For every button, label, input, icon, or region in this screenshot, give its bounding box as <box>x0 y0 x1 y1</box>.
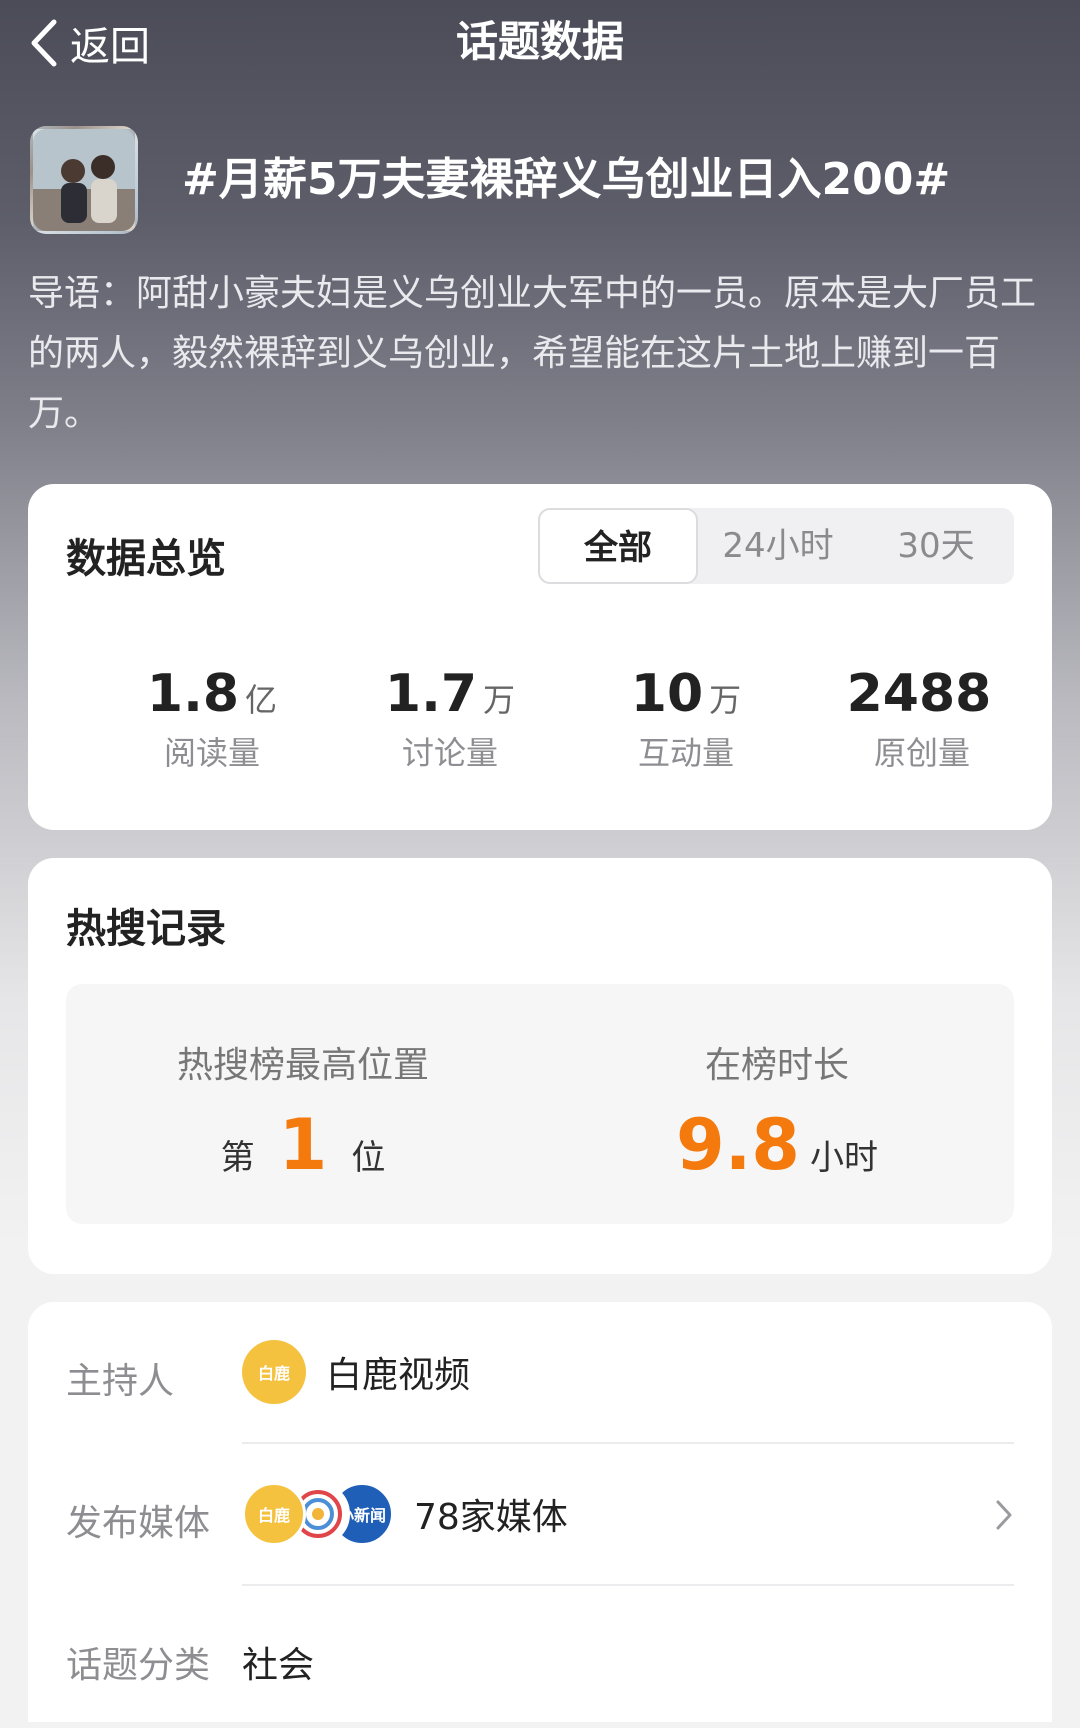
media-row[interactable]: 发布媒体 白鹿 小新闻 78家媒体 <box>28 1444 1052 1586</box>
topic-thumbnail[interactable] <box>30 126 138 234</box>
media-avatar-text: 白鹿 <box>257 1506 290 1525</box>
peak-value: 1 <box>278 1104 328 1186</box>
time-range-tabs: 全部 24小时 30天 <box>538 508 1014 584</box>
hot-search-title: 热搜记录 <box>66 906 226 952</box>
duration-label: 在榜时长 <box>704 1045 849 1086</box>
peak-position: 热搜榜最高位置 第 1 位 <box>66 1036 540 1180</box>
stat-discussions: 1.7 万 讨论量 <box>330 664 570 774</box>
stat-value: 1.7 <box>384 664 478 724</box>
stat-value: 10 <box>630 664 704 724</box>
page-title: 话题数据 <box>455 17 624 66</box>
top-bar: 返回 话题数据 <box>0 0 1080 90</box>
peak-prefix: 第 <box>220 1138 255 1178</box>
peak-suffix: 位 <box>351 1138 386 1178</box>
stat-unit: 万 <box>709 681 742 719</box>
category-row: 话题分类 社会 <box>28 1586 1052 1728</box>
stat-label: 互动量 <box>637 734 734 772</box>
host-avatar-text: 白鹿 <box>257 1364 290 1383</box>
hot-search-card: 热搜记录 热搜榜最高位置 第 1 位 在榜时长 9.8 小时 <box>28 858 1052 1274</box>
host-name: 白鹿视频 <box>326 1355 471 1396</box>
topic-intro: 导语：阿甜小豪夫妇是义乌创业大军中的一员。原本是大厂员工的两人，毅然裸辞到义乌创… <box>28 273 1037 434</box>
stat-label: 原创量 <box>873 734 970 772</box>
chevron-right-icon <box>996 1500 1012 1530</box>
stat-label: 阅读量 <box>163 734 260 772</box>
host-label: 主持人 <box>66 1361 175 1402</box>
host-row[interactable]: 主持人 白鹿 白鹿视频 <box>28 1302 1052 1444</box>
hot-search-panel: 热搜榜最高位置 第 1 位 在榜时长 9.8 小时 <box>66 984 1014 1224</box>
stat-unit: 亿 <box>245 681 278 719</box>
category-value: 社会 <box>242 1645 315 1686</box>
tab-all[interactable]: 全部 <box>538 508 698 584</box>
media-label: 发布媒体 <box>66 1503 211 1544</box>
photo-image <box>33 129 135 231</box>
tab-30d[interactable]: 30天 <box>858 508 1014 584</box>
host-avatar: 白鹿 <box>242 1340 306 1404</box>
stat-originals: 2488 原创量 <box>802 664 1042 774</box>
topic-title: #月薪5万夫妻裸辞义乌创业日入200# <box>182 154 951 205</box>
stat-unit: 万 <box>483 681 516 719</box>
chart-duration: 在榜时长 9.8 小时 <box>540 1036 1014 1180</box>
media-count: 78家媒体 <box>414 1497 568 1538</box>
duration-unit: 小时 <box>810 1138 878 1178</box>
stat-value: 1.8 <box>146 664 240 724</box>
stat-interactions: 10 万 互动量 <box>566 664 806 774</box>
topic-header: #月薪5万夫妻裸辞义乌创业日入200# <box>30 126 1050 238</box>
overview-title: 数据总览 <box>66 536 226 582</box>
peak-label: 热搜榜最高位置 <box>176 1045 429 1086</box>
stat-reads: 1.8 亿 阅读量 <box>92 664 332 774</box>
stat-value: 2488 <box>846 664 992 724</box>
overview-card: 数据总览 全部 24小时 30天 1.8 亿 阅读量 1.7 万 讨论量 10 万 互… <box>28 484 1052 830</box>
duration-value: 9.8 <box>675 1104 800 1186</box>
info-card: 主持人 白鹿 白鹿视频 发布媒体 白鹿 小新闻 78家媒体 话题分类 社会 <box>28 1302 1052 1722</box>
media-avatar-1: 白鹿 <box>242 1482 306 1546</box>
category-label: 话题分类 <box>66 1645 211 1686</box>
stat-label: 讨论量 <box>401 734 498 772</box>
tab-24h[interactable]: 24小时 <box>698 508 858 584</box>
